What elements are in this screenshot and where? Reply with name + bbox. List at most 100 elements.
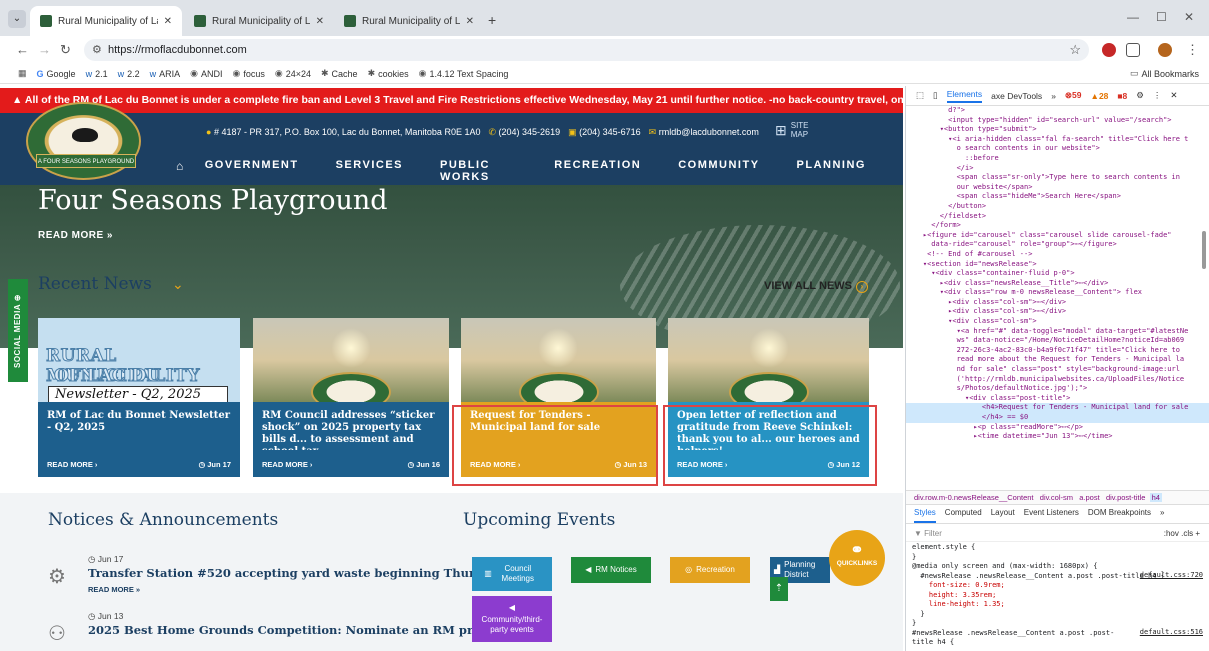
dom-node-line[interactable]: ▾<section id="newsRelease"> [906,260,1209,270]
dom-node-line[interactable]: ▸<figure id="carousel" class="carousel s… [906,231,1209,241]
nav-public-works[interactable]: PUBLIC WORKS [440,159,517,183]
device-toggle-icon[interactable]: ▯ [933,90,938,101]
fire-ban-alert[interactable]: ▲ All of the RM of Lac du Bonnet is unde… [0,88,903,113]
apps-grid-icon[interactable]: ▦ [18,68,27,79]
more-style-tabs[interactable]: » [1160,508,1164,523]
bookmark-andi[interactable]: ◉ ANDI [190,68,222,79]
sitemap-link[interactable]: ⊞ SITE MAP [775,121,813,139]
tab-layout[interactable]: Layout [991,508,1015,523]
news-card[interactable]: RM Council addresses “sticker shock” on … [253,318,449,477]
menu-kebab-icon[interactable]: ⋮ [1186,42,1199,58]
quicklinks-button[interactable]: ⚭ QUICKLINKS [829,530,885,586]
dom-node-line[interactable]: ws" data-notice="/Home/NoticeDetailHome?… [906,336,1209,346]
dom-node-line[interactable]: </fieldset> [906,212,1209,222]
dom-node-line[interactable]: ▸<div class="col-sm">⋯</div> [906,298,1209,308]
close-icon[interactable]: ✕ [164,16,172,27]
window-close-icon[interactable]: ✕ [1184,10,1194,24]
style-rule-line[interactable]: } [912,553,1209,563]
bookmark-star-icon[interactable]: ☆ [1069,42,1081,58]
card-read-more[interactable]: READ MORE › [47,460,97,469]
notice-title[interactable]: Transfer Station #520 accepting yard was… [88,566,519,580]
tab-search-button[interactable]: ⌄ [8,10,26,28]
dom-node-line[interactable]: d?"> [906,106,1209,116]
hero-read-more[interactable]: READ MORE » [38,230,113,241]
close-icon[interactable]: ✕ [316,16,324,27]
error-count[interactable]: ⊗59 [1065,90,1082,101]
dom-node-line[interactable]: <span class="sr-only">Type here to searc… [906,173,1209,183]
news-card[interactable]: RURAL MUNICIPALITY OF LAC DU BONNET News… [38,318,240,477]
dom-node-line[interactable]: ▾<div class="post-title"> [906,394,1209,404]
rm-logo[interactable]: A FOUR SEASONS PLAYGROUND [26,102,141,180]
devtools-menu-icon[interactable]: ⋮ [1153,90,1162,101]
style-filter-tools[interactable]: :hov .cls + [1164,526,1200,542]
dom-scrollbar[interactable] [1202,231,1206,269]
breadcrumb-item[interactable]: div.post-title [1106,493,1145,502]
maximize-icon[interactable]: ☐ [1156,10,1167,24]
dom-node-line[interactable]: ▸<p class="readMore">⋯</p> [906,423,1209,433]
breadcrumb-item[interactable]: a.post [1079,493,1099,502]
style-rule-line[interactable]: height: 3.35rem; [912,591,1209,601]
breadcrumb-item[interactable]: div.row.m-0.newsRelease__Content [914,493,1034,502]
nav-government[interactable]: GOVERNMENT [205,159,299,183]
dom-node-line[interactable]: <span class="hideMe">Search Here</span> [906,192,1209,202]
new-tab-icon[interactable]: + [488,12,496,28]
tab-styles[interactable]: Styles [914,508,936,523]
back-icon[interactable]: ← [16,42,29,57]
dom-node-line[interactable]: nd for sale" class="post" style="backgro… [906,365,1209,375]
dom-node-line[interactable]: ▾<div class="container-fluid p-0"> [906,269,1209,279]
event-community[interactable]: ◀ Community/third-party events [472,596,552,642]
site-info-icon[interactable]: ⚙ [92,43,102,56]
tab-computed[interactable]: Computed [945,508,982,523]
style-rule-line[interactable]: font-size: 0.9rem; [912,581,1209,591]
dom-node-line[interactable]: </h4> == $0 [906,413,1209,423]
browser-tab-1[interactable]: Rural Municipality of Lac Du Bo ✕ [30,6,182,36]
dom-node-line[interactable]: </button> [906,202,1209,212]
event-council-meetings[interactable]: ▥ Council Meetings [472,557,552,591]
devtools-close-icon[interactable]: ✕ [1170,90,1177,101]
card-read-more[interactable]: READ MORE › [262,460,312,469]
style-source-link[interactable]: default.css:516 [1140,628,1203,636]
email-link[interactable]: ✉ rmldb@lacdubonnet.com [649,127,759,138]
profile-avatar[interactable] [1158,43,1172,57]
dom-node-line[interactable]: ▾<a href="#" data-toggle="modal" data-ta… [906,327,1209,337]
dom-node-line[interactable]: <h4>Request for Tenders - Municipal land… [906,403,1209,413]
event-rm-notices[interactable]: ◀ RM Notices [571,557,651,583]
dom-node-line[interactable]: data-ride="carousel" role="group">⋯</fig… [906,240,1209,250]
breadcrumb-item[interactable]: h4 [1149,493,1162,502]
nav-recreation[interactable]: RECREATION [554,159,641,183]
dom-node-line[interactable]: <input type="hidden" id="search-url" val… [906,116,1209,126]
chevron-down-icon[interactable]: ⌄ [172,276,184,293]
reload-icon[interactable]: ↻ [60,42,71,58]
nav-services[interactable]: SERVICES [336,159,403,183]
close-icon[interactable]: ✕ [466,16,474,27]
issue-count[interactable]: ■8 [1117,91,1127,101]
extension-icon[interactable] [1102,43,1116,57]
bookmark-2-1[interactable]: w 2.1 [86,69,108,79]
dom-node-line[interactable]: o search contents in our website"> [906,144,1209,154]
dom-node-line[interactable]: ▾<i aria-hidden class="fal fa-search" ti… [906,135,1209,145]
dom-node-line[interactable]: <!-- End of #carousel --> [906,250,1209,260]
style-source-link[interactable]: default.css:720 [1140,571,1203,579]
dom-node-line[interactable]: ▾<div class="col-sm"> [906,317,1209,327]
bookmark-google[interactable]: G Google [37,69,76,79]
view-all-news-link[interactable]: VIEW ALL NEWS › [764,280,868,293]
more-tabs[interactable]: » [1051,91,1056,101]
extensions-puzzle-icon[interactable] [1126,43,1140,57]
dom-node-line[interactable]: ::before [906,154,1209,164]
style-rule-line[interactable]: element.style { [912,543,1209,553]
bookmark-focus[interactable]: ◉ focus [232,68,264,79]
dom-node-line[interactable]: </i> [906,164,1209,174]
tab-event-listeners[interactable]: Event Listeners [1024,508,1079,523]
dom-tree[interactable]: d?"> <input type="hidden" id="search-url… [906,106,1209,470]
dom-node-line[interactable]: ▸<time datetime="Jun 13">⋯</time> [906,432,1209,442]
fax-link[interactable]: ▣ (204) 345-6716 [568,127,641,138]
event-recreation[interactable]: ◎ Recreation [670,557,750,583]
dom-node-line[interactable]: read more about the Request for Tenders … [906,355,1209,365]
browser-tab-2[interactable]: Rural Municipality of Lac Du Bo ✕ [184,6,334,36]
dom-node-line[interactable]: </form> [906,221,1209,231]
tab-axe-devtools[interactable]: axe DevTools [991,91,1042,101]
settings-gear-icon[interactable]: ⚙ [1136,90,1144,101]
tab-dom-breakpoints[interactable]: DOM Breakpoints [1088,508,1151,523]
breadcrumb-item[interactable]: div.col-sm [1040,493,1073,502]
minimize-icon[interactable]: — [1127,10,1139,24]
